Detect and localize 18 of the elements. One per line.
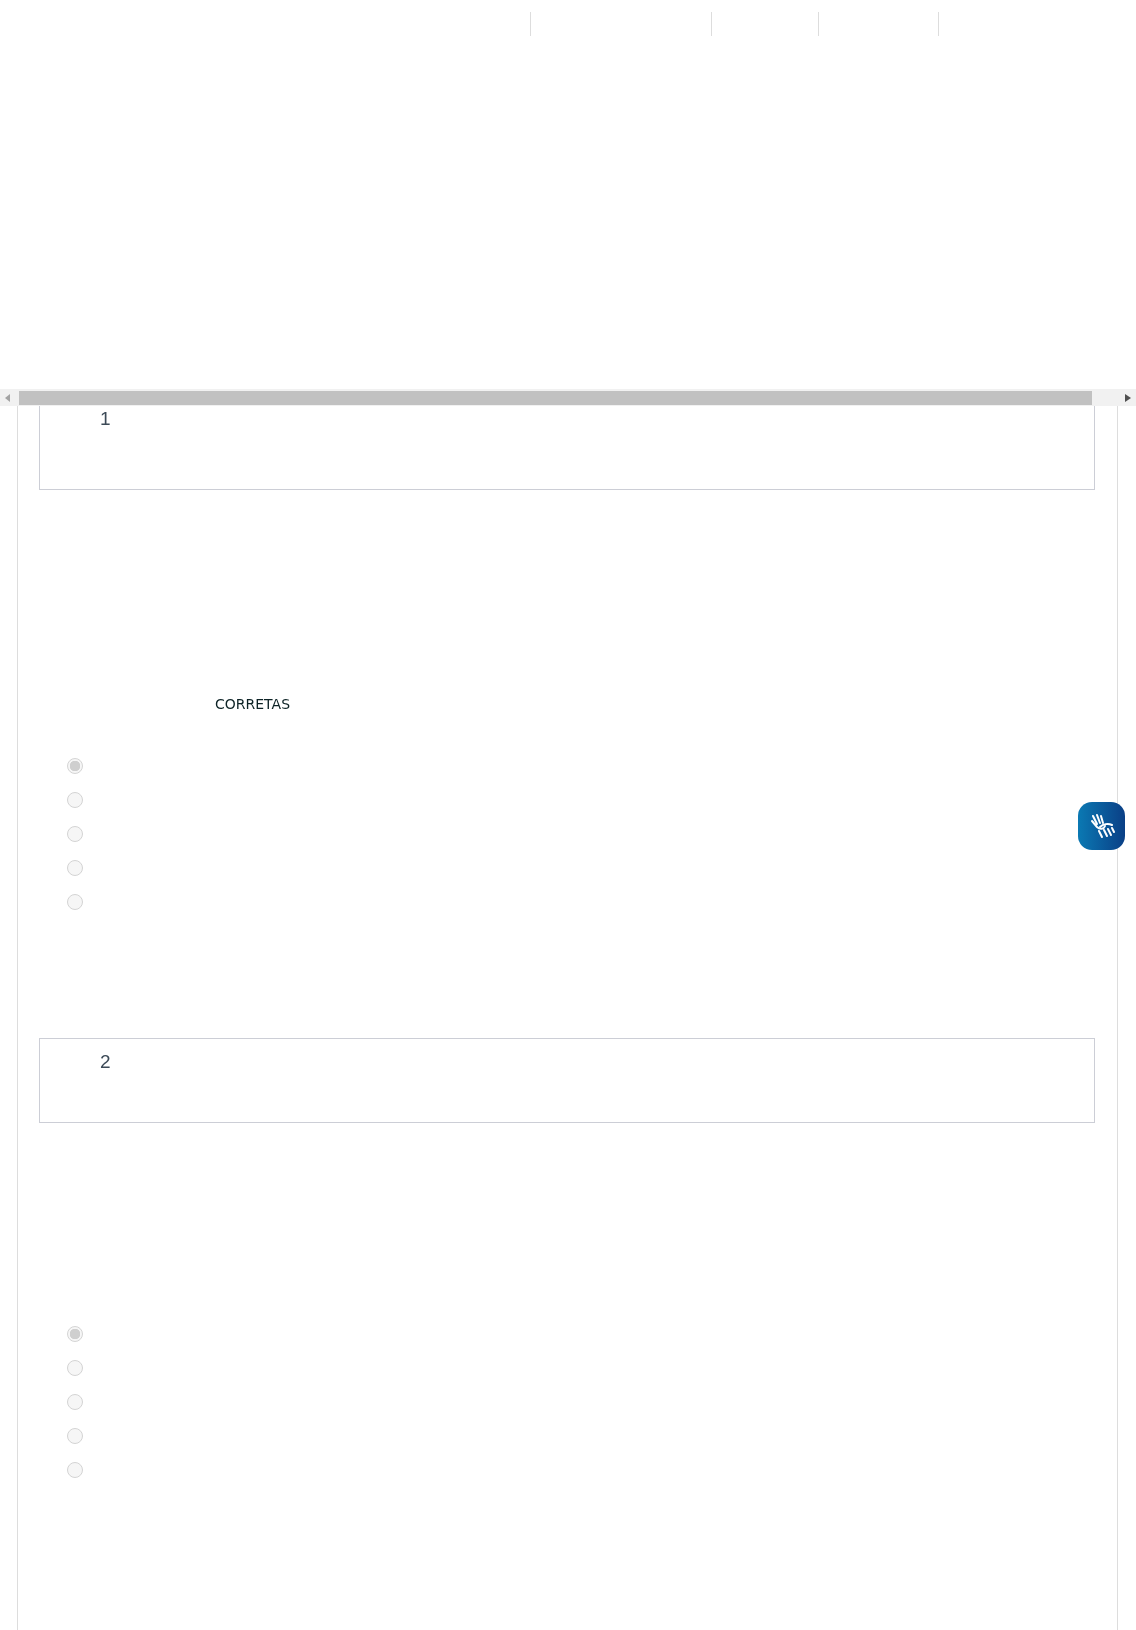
radio-button[interactable] <box>67 894 83 910</box>
radio-button[interactable] <box>67 826 83 842</box>
emphasis-text: CORRETAS <box>215 696 291 712</box>
question-number: 2 <box>100 1051 111 1072</box>
radio-button[interactable] <box>67 1360 83 1376</box>
scroll-right-icon[interactable] <box>1125 393 1131 402</box>
radio-button[interactable] <box>67 1394 83 1410</box>
scroll-left-icon[interactable] <box>5 393 11 402</box>
radio-button[interactable] <box>67 1462 83 1478</box>
question-number: 1 <box>100 408 111 429</box>
radio-button[interactable] <box>67 1326 83 1342</box>
horizontal-scrollbar[interactable] <box>0 389 1136 406</box>
radio-button[interactable] <box>67 1428 83 1444</box>
scrollbar-thumb[interactable] <box>19 390 1092 405</box>
radio-button[interactable] <box>67 792 83 808</box>
radio-button[interactable] <box>67 758 83 774</box>
sign-language-button[interactable] <box>1078 802 1125 850</box>
radio-button[interactable] <box>67 860 83 876</box>
